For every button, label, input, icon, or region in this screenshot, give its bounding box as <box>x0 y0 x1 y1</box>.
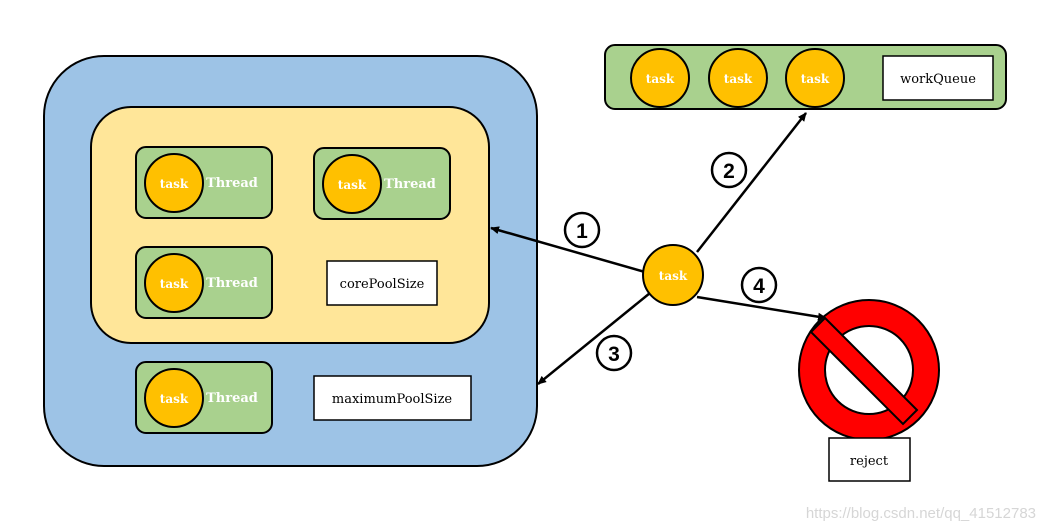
maximum-pool-size-label: maximumPoolSize <box>332 392 453 407</box>
thread-label: Thread <box>206 276 258 291</box>
watermark: https://blog.csdn.net/qq_41512783 <box>806 505 1036 522</box>
incoming-task-label: task <box>659 269 688 283</box>
thread: task Thread <box>135 361 273 434</box>
queued-task-label: task <box>646 72 675 86</box>
thread-label: Thread <box>206 176 258 191</box>
thread-label: Thread <box>384 177 436 192</box>
arrow-to-work-queue <box>696 112 807 253</box>
step-number: 2 <box>723 160 735 183</box>
step-number: 3 <box>608 343 620 366</box>
work-queue-label: workQueue <box>900 72 976 87</box>
core-pool-size-label: corePoolSize <box>340 277 425 292</box>
task-label: task <box>160 392 189 406</box>
queued-task-label: task <box>724 72 753 86</box>
queued-task-label: task <box>801 72 830 86</box>
thread: task Thread <box>135 146 273 219</box>
step-number: 4 <box>753 275 765 298</box>
thread-pool-diagram: task Thread task Thread task Thread task Thread… <box>43 44 1036 522</box>
thread: task Thread <box>135 246 273 319</box>
thread-label: Thread <box>206 391 258 406</box>
arrow-to-max-pool <box>537 292 651 385</box>
task-label: task <box>160 177 189 191</box>
thread: task Thread <box>313 147 451 220</box>
task-label: task <box>338 178 367 192</box>
task-label: task <box>160 277 189 291</box>
prohibited-icon <box>798 299 940 441</box>
step-number: 1 <box>576 220 588 243</box>
reject-label: reject <box>850 454 889 469</box>
